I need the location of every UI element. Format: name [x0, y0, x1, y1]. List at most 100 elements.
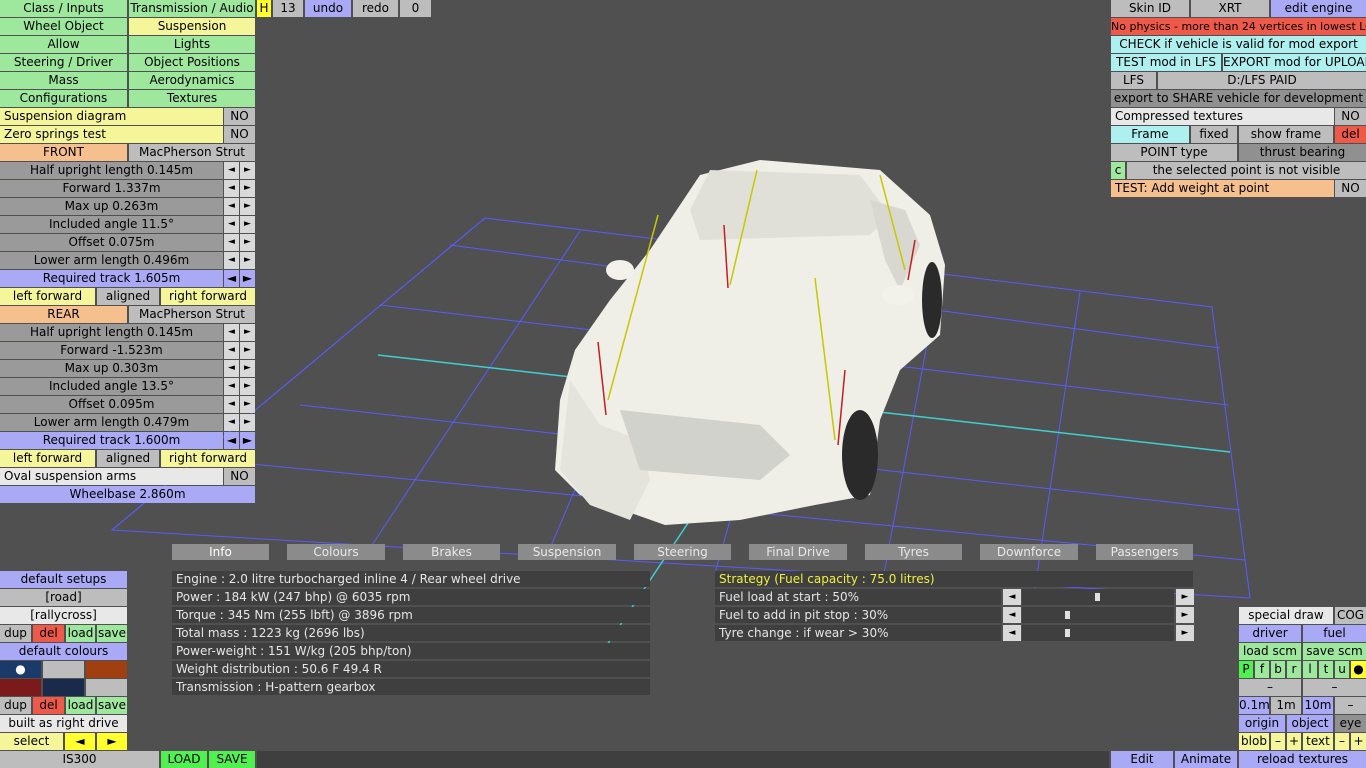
rear-slider-1-right-arrow[interactable]: ►	[240, 342, 255, 359]
front-slider-2-left-arrow[interactable]: ◄	[224, 198, 239, 215]
letter-t-button[interactable]: t	[1319, 661, 1333, 678]
front-slider-3-right-arrow[interactable]: ►	[240, 216, 255, 233]
load-button[interactable]: LOAD	[161, 751, 207, 768]
blob-minus-button[interactable]: –	[1271, 733, 1285, 750]
menu-steering-driver[interactable]: Steering / Driver	[0, 54, 127, 71]
menu-textures[interactable]: Textures	[129, 90, 255, 107]
setup-del-button[interactable]: del	[33, 625, 64, 642]
front-slider-3[interactable]: Included angle 11.5°	[0, 216, 223, 233]
setup-load-button[interactable]: load	[66, 625, 95, 642]
text-minus-button[interactable]: –	[1335, 733, 1349, 750]
front-slider-2-right-arrow[interactable]: ►	[240, 198, 255, 215]
strategy-row-2-right-arrow[interactable]: ►	[1176, 625, 1194, 641]
object-button[interactable]: object	[1287, 715, 1333, 732]
rear-slider-2-left-arrow[interactable]: ◄	[224, 360, 239, 377]
compressed-textures-toggle[interactable]: Compressed textures	[1111, 108, 1334, 125]
save-scm-button[interactable]: save scm	[1303, 643, 1366, 660]
menu-wheel-object[interactable]: Wheel Object	[0, 18, 127, 35]
setup-rallycross[interactable]: [rallycross]	[0, 607, 127, 624]
front-required-track[interactable]: Required track 1.605m	[0, 270, 223, 287]
tab-transmission-audio[interactable]: Transmission / Audio	[129, 0, 255, 17]
rear-slider-3-left-arrow[interactable]: ◄	[224, 378, 239, 395]
front-slider-1[interactable]: Forward 1.337m	[0, 180, 223, 197]
strategy-row-1-left-arrow[interactable]: ◄	[1003, 607, 1021, 623]
fuel-button[interactable]: fuel	[1303, 625, 1366, 642]
origin-button[interactable]: origin	[1239, 715, 1285, 732]
edit-engine-button[interactable]: edit engine	[1271, 0, 1366, 17]
colour-del-button[interactable]: del	[33, 697, 64, 714]
dash-button-2[interactable]: –	[1303, 679, 1366, 696]
menu-lights[interactable]: Lights	[129, 36, 255, 53]
strategy-row-0-left-arrow[interactable]: ◄	[1003, 589, 1021, 605]
show-frame-button[interactable]: show frame	[1239, 126, 1333, 143]
front-slider-4[interactable]: Offset 0.075m	[0, 234, 223, 251]
rear-required-track[interactable]: Required track 1.600m	[0, 432, 223, 449]
strategy-row-2-slider[interactable]	[1022, 625, 1174, 641]
scale-0-1m-button[interactable]: 0.1m	[1239, 697, 1269, 714]
info-tab-steering[interactable]: Steering	[634, 544, 731, 560]
colour-load-button[interactable]: load	[66, 697, 95, 714]
colour-swatch-6[interactable]	[86, 679, 127, 696]
colour-dup-button[interactable]: dup	[0, 697, 31, 714]
frame-button[interactable]: Frame	[1111, 126, 1189, 143]
default-setups-button[interactable]: default setups	[0, 571, 127, 588]
strategy-row-0-right-arrow[interactable]: ►	[1176, 589, 1194, 605]
dash-button-1[interactable]: –	[1239, 679, 1301, 696]
colour-swatch-3[interactable]	[86, 661, 127, 678]
strategy-row-0-knob[interactable]	[1095, 593, 1100, 601]
rear-slider-2-right-arrow[interactable]: ►	[240, 360, 255, 377]
menu-mass[interactable]: Mass	[0, 72, 127, 89]
rear-type-select[interactable]: MacPherson Strut	[129, 306, 255, 323]
rear-slider-5-right-arrow[interactable]: ►	[240, 414, 255, 431]
colour-save-button[interactable]: save	[97, 697, 127, 714]
letter-f-button[interactable]: f	[1255, 661, 1269, 678]
eye-button[interactable]: eye	[1335, 715, 1366, 732]
strategy-row-2-left-arrow[interactable]: ◄	[1003, 625, 1021, 641]
front-slider-2[interactable]: Max up 0.263m	[0, 198, 223, 215]
rear-slider-1[interactable]: Forward -1.523m	[0, 342, 223, 359]
front-slider-5[interactable]: Lower arm length 0.496m	[0, 252, 223, 269]
menu-aerodynamics[interactable]: Aerodynamics	[129, 72, 255, 89]
test-mod-button[interactable]: TEST mod in LFS	[1111, 54, 1221, 71]
strategy-row-0-slider[interactable]	[1022, 589, 1174, 605]
suspension-diagram-toggle[interactable]: Suspension diagram	[0, 108, 223, 125]
letter-l-button[interactable]: l	[1303, 661, 1317, 678]
letters-dot-button[interactable]: ●	[1351, 661, 1366, 678]
select-next-button[interactable]: ►	[97, 733, 127, 750]
front-slider-4-left-arrow[interactable]: ◄	[224, 234, 239, 251]
scale-10m-button[interactable]: 10m	[1303, 697, 1333, 714]
info-tab-brakes[interactable]: Brakes	[403, 544, 500, 560]
front-slider-4-right-arrow[interactable]: ►	[240, 234, 255, 251]
front-left-forward-button[interactable]: left forward	[0, 288, 95, 305]
rear-aligned-button[interactable]: aligned	[97, 450, 159, 467]
rear-slider-3[interactable]: Included angle 13.5°	[0, 378, 223, 395]
front-track-right-arrow[interactable]: ►	[240, 270, 255, 287]
colour-swatch-1[interactable]: ●	[0, 661, 41, 678]
rear-slider-0-right-arrow[interactable]: ►	[240, 324, 255, 341]
letter-r-button[interactable]: r	[1287, 661, 1301, 678]
cog-button[interactable]: COG	[1335, 607, 1366, 624]
rear-right-forward-button[interactable]: right forward	[161, 450, 255, 467]
fixed-button[interactable]: fixed	[1191, 126, 1237, 143]
rear-slider-4[interactable]: Offset 0.095m	[0, 396, 223, 413]
rear-slider-4-left-arrow[interactable]: ◄	[224, 396, 239, 413]
info-tab-colours[interactable]: Colours	[287, 544, 385, 560]
scale-minus-button[interactable]: –	[1335, 697, 1366, 714]
colour-swatch-4[interactable]	[0, 679, 41, 696]
front-slider-0-right-arrow[interactable]: ►	[240, 162, 255, 179]
zero-springs-toggle[interactable]: Zero springs test	[0, 126, 223, 143]
front-slider-5-right-arrow[interactable]: ►	[240, 252, 255, 269]
menu-allow[interactable]: Allow	[0, 36, 127, 53]
info-tab-passengers[interactable]: Passengers	[1096, 544, 1193, 560]
lfs-button[interactable]: LFS	[1111, 72, 1156, 89]
setup-road[interactable]: [road]	[0, 589, 127, 606]
letter-P-button[interactable]: P	[1239, 661, 1253, 678]
front-slider-3-left-arrow[interactable]: ◄	[224, 216, 239, 233]
rear-track-right-arrow[interactable]: ►	[240, 432, 255, 449]
front-slider-0[interactable]: Half upright length 0.145m	[0, 162, 223, 179]
redo-button[interactable]: redo	[353, 0, 398, 17]
info-tab-tyres[interactable]: Tyres	[865, 544, 962, 560]
rear-slider-1-left-arrow[interactable]: ◄	[224, 342, 239, 359]
rear-slider-5-left-arrow[interactable]: ◄	[224, 414, 239, 431]
thrust-bearing-select[interactable]: thrust bearing	[1239, 144, 1366, 161]
